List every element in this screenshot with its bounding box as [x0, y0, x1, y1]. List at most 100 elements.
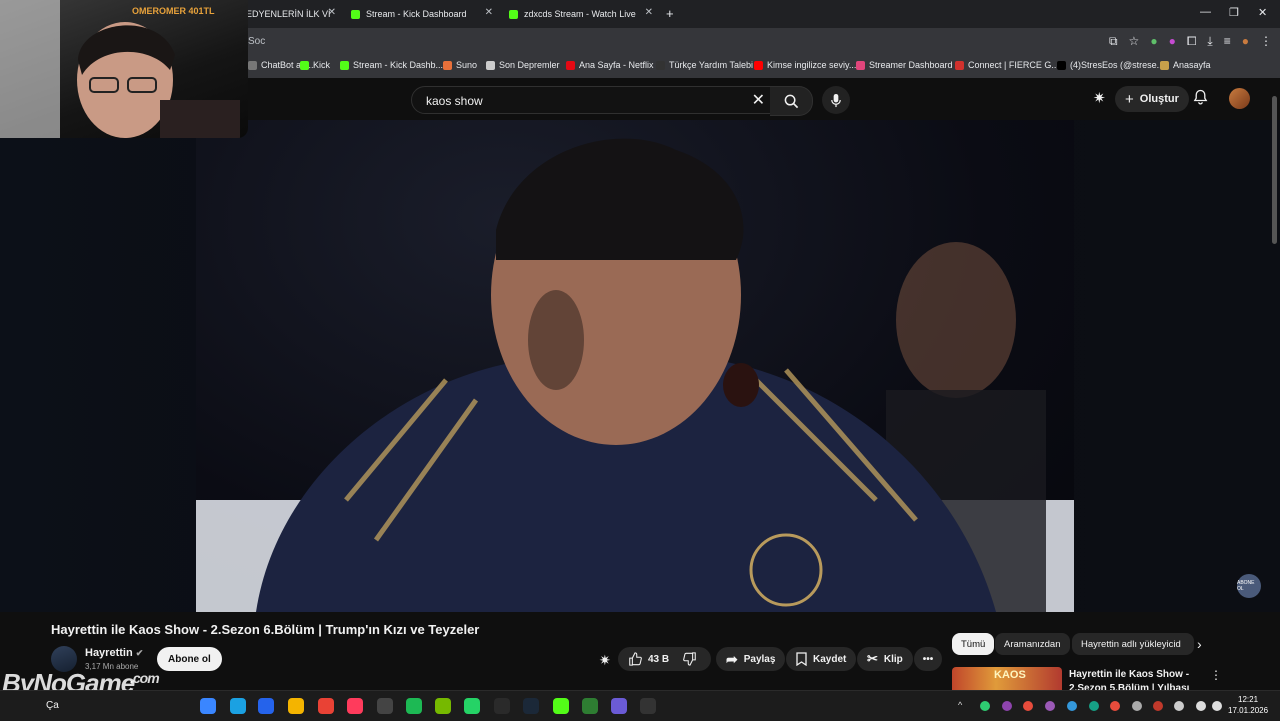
subscribe-button[interactable]: Abone ol: [157, 647, 222, 671]
tab-youtube[interactable]: EDYENLERİN İLK Vİ ✕: [246, 3, 336, 25]
bookmark-item[interactable]: Stream - Kick Dashb...: [340, 60, 443, 70]
new-tab-button[interactable]: +: [666, 6, 674, 21]
bookmark-item[interactable]: Ana Sayfa - Netflix: [566, 60, 654, 70]
extension-icon[interactable]: ●: [1150, 34, 1157, 49]
tray-icon[interactable]: [980, 701, 990, 711]
tray-icon[interactable]: [1110, 701, 1120, 711]
bookmark-item[interactable]: Anasayfa: [1160, 60, 1211, 70]
taskbar-app-icon[interactable]: [611, 698, 627, 714]
taskbar-app-icon[interactable]: [406, 698, 422, 714]
taskbar-app-icon[interactable]: [435, 698, 451, 714]
extensions-puzzle-icon[interactable]: ⧠: [1187, 34, 1197, 49]
tray-chevron-icon[interactable]: ^: [958, 700, 962, 710]
video-player[interactable]: [196, 120, 1074, 612]
taskbar-app-icon[interactable]: [640, 698, 656, 714]
chip-from-search[interactable]: Aramanızdan: [995, 633, 1070, 655]
dislike-button[interactable]: [673, 647, 711, 671]
tray-icon[interactable]: [1045, 701, 1055, 711]
taskbar-clock[interactable]: 12:21 17.01.2026: [1228, 694, 1268, 716]
notifications-bell-icon[interactable]: [1193, 89, 1208, 109]
search-input[interactable]: [424, 93, 728, 109]
account-avatar[interactable]: [1229, 88, 1250, 109]
taskbar-app-icon[interactable]: [523, 698, 539, 714]
tab-kick-stream[interactable]: zdxcds Stream - Watch Live on ✕: [509, 3, 653, 25]
taskbar-search-text[interactable]: Ça: [46, 700, 59, 711]
close-tab-icon[interactable]: ✕: [645, 7, 653, 18]
sparkle-icon[interactable]: ✷: [1093, 89, 1106, 107]
voice-search-button[interactable]: [822, 86, 850, 114]
tray-icon[interactable]: [1132, 701, 1142, 711]
chip-all[interactable]: Tümü: [952, 633, 995, 655]
restore-icon[interactable]: ❐: [1229, 6, 1239, 19]
minimize-icon[interactable]: —: [1200, 6, 1211, 18]
bookmark-item[interactable]: (4)StresEos (@strese...: [1057, 60, 1164, 70]
tray-icon[interactable]: [1002, 701, 1012, 711]
install-app-icon[interactable]: ⧉: [1109, 34, 1118, 49]
share-button[interactable]: ➦ Paylaş: [716, 647, 786, 671]
close-window-icon[interactable]: ✕: [1258, 6, 1267, 19]
bookmark-item[interactable]: Türkçe Yardım Talebi: [656, 60, 753, 70]
bookmark-item[interactable]: Kick: [300, 60, 330, 70]
chip-uploader[interactable]: Hayrettin adlı yükleyicid: [1072, 633, 1194, 655]
bookmark-label: Stream - Kick Dashb...: [353, 60, 444, 70]
url-text[interactable]: Soc: [248, 36, 265, 47]
streamer-webcam-image: [0, 0, 240, 138]
taskbar-app-icon[interactable]: [494, 698, 510, 714]
tray-icon[interactable]: [1023, 701, 1033, 711]
bookmark-favicon-icon: [248, 60, 257, 70]
bookmark-star-icon[interactable]: ☆: [1129, 34, 1140, 49]
recommended-video-title[interactable]: Hayrettin ile Kaos Show - 2.Sezon 5.Bölü…: [1069, 668, 1199, 690]
clip-button[interactable]: ✂ Klip: [857, 647, 913, 671]
page-scrollbar[interactable]: [1272, 96, 1277, 244]
taskbar-app-icon[interactable]: [258, 698, 274, 714]
tray-icon[interactable]: [1153, 701, 1163, 711]
webcam-overlay: OMEROMER 401TL: [0, 0, 248, 138]
reading-list-icon[interactable]: ≡: [1224, 34, 1231, 49]
clear-search-icon[interactable]: ✕: [752, 90, 765, 110]
bookmark-item[interactable]: Son Depremler: [486, 60, 560, 70]
browser-menu-icon[interactable]: ⋮: [1260, 34, 1272, 49]
bookmark-favicon-icon: [486, 60, 495, 70]
taskbar-app-icon[interactable]: [553, 698, 569, 714]
search-button[interactable]: [770, 86, 813, 116]
bookmark-label: Kick: [313, 60, 331, 70]
bookmark-item[interactable]: Kimse ingilizce seviy...: [754, 60, 856, 70]
bookmark-favicon-icon: [300, 60, 309, 70]
close-tab-icon[interactable]: ✕: [485, 7, 493, 18]
bookmark-icon: [796, 652, 807, 666]
clip-label: Klip: [883, 653, 903, 665]
bookmark-item[interactable]: Streamer Dashboard: [856, 60, 953, 70]
taskbar-app-icon[interactable]: [288, 698, 304, 714]
tab-kick-dashboard[interactable]: Stream - Kick Dashboard ✕: [351, 3, 493, 25]
scissors-icon: ✂: [867, 651, 878, 666]
clock-time: 12:21: [1238, 695, 1259, 704]
tray-icon[interactable]: [1174, 701, 1184, 711]
more-actions-button[interactable]: •••: [914, 647, 942, 671]
taskbar-app-icon[interactable]: [318, 698, 334, 714]
bookmark-item[interactable]: Connect | FIERCE G...: [955, 60, 1059, 70]
taskbar-app-icon[interactable]: [464, 698, 480, 714]
taskbar-app-icon[interactable]: [347, 698, 363, 714]
bookmark-item[interactable]: Suno: [443, 60, 477, 70]
tray-icon[interactable]: [1067, 701, 1077, 711]
clock-date: 17.01.2026: [1228, 706, 1269, 715]
channel-name[interactable]: Hayrettin ✔: [85, 647, 143, 659]
extension-icon[interactable]: ●: [1169, 34, 1176, 49]
create-button[interactable]: + Oluştur: [1115, 86, 1189, 112]
tray-icon[interactable]: [1196, 701, 1206, 711]
taskbar-app-icon[interactable]: [582, 698, 598, 714]
taskbar-app-icon[interactable]: [230, 698, 246, 714]
tray-icon[interactable]: [1212, 701, 1222, 711]
chevron-right-icon[interactable]: ›: [1197, 636, 1202, 652]
taskbar-app-icon[interactable]: [377, 698, 393, 714]
close-tab-icon[interactable]: ✕: [328, 7, 336, 18]
subscribe-badge-overlay[interactable]: ABONE OL: [1237, 574, 1261, 598]
download-icon[interactable]: ⤓: [1207, 34, 1212, 49]
tray-icon[interactable]: [1089, 701, 1099, 711]
profile-avatar-icon[interactable]: ●: [1242, 34, 1249, 49]
save-button[interactable]: Kaydet: [786, 647, 857, 671]
rec-more-icon[interactable]: ⋮: [1210, 668, 1222, 682]
recommended-video-thumbnail[interactable]: KAOS: [952, 667, 1062, 690]
taskbar-app-icon[interactable]: [200, 698, 216, 714]
ask-sparkle-icon[interactable]: ✷: [599, 652, 611, 669]
